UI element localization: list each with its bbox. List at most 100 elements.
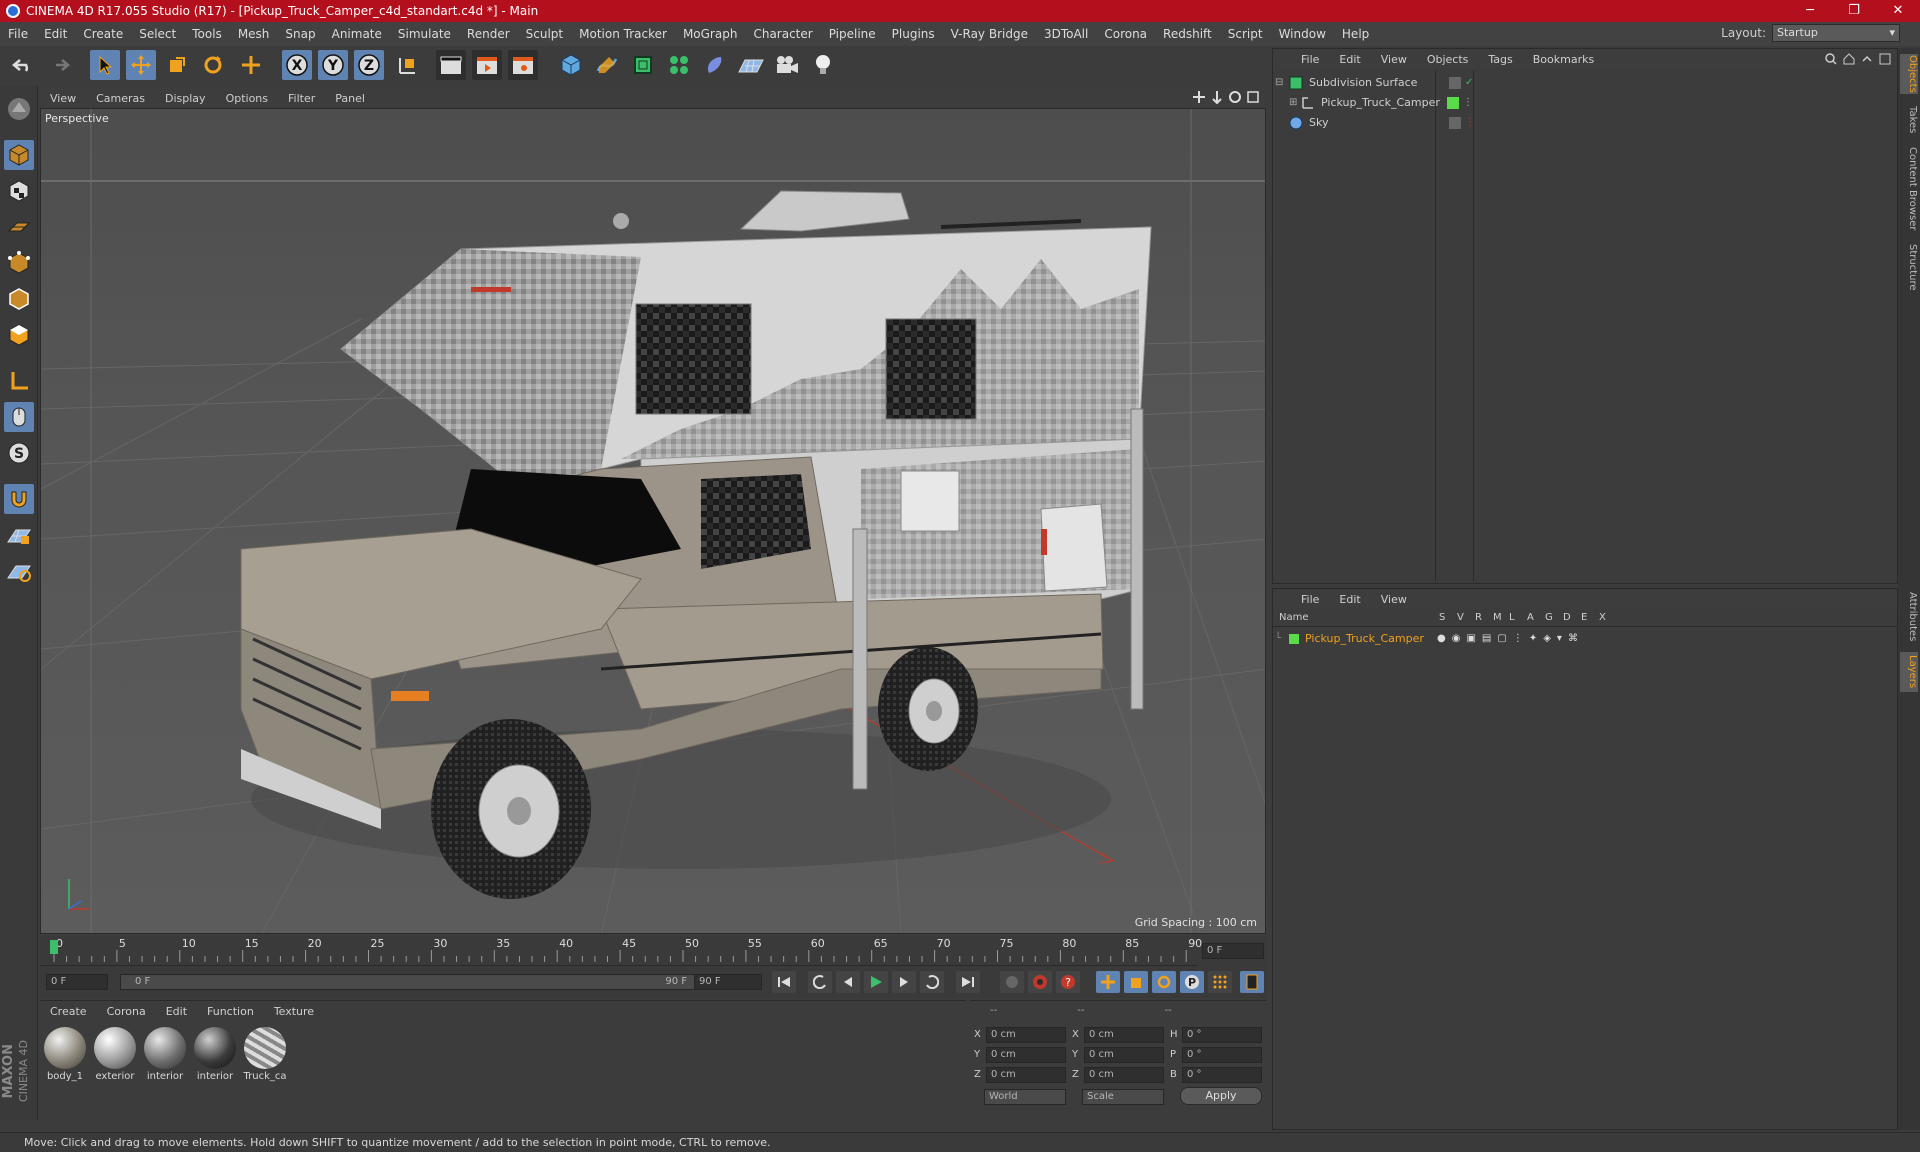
chevron-up-icon[interactable] [1861, 53, 1873, 65]
menu-plugins[interactable]: Plugins [884, 27, 943, 41]
object-menu-view[interactable]: View [1371, 53, 1417, 66]
go-to-end-button[interactable] [956, 971, 980, 993]
previous-frame-button[interactable] [836, 971, 860, 993]
menu-create[interactable]: Create [75, 27, 131, 41]
render-settings-button[interactable] [508, 50, 538, 80]
menu-file[interactable]: File [0, 27, 36, 41]
rotation-h-field[interactable]: 0 ° [1182, 1027, 1262, 1043]
object-menu-objects[interactable]: Objects [1417, 53, 1479, 66]
column-animation[interactable]: A [1527, 612, 1534, 623]
end-frame-field[interactable]: 90 F [694, 974, 762, 990]
animation-icon[interactable]: ⋮ [1513, 633, 1523, 644]
column-render[interactable]: R [1475, 612, 1482, 623]
collapse-toggle[interactable]: ⊟ [1275, 77, 1289, 88]
planar-workplane-button[interactable] [4, 556, 34, 586]
edges-mode-button[interactable] [4, 284, 34, 314]
recent-tool-button[interactable] [236, 50, 266, 80]
viewport-menu-filter[interactable]: Filter [278, 92, 325, 105]
menu-corona[interactable]: Corona [1096, 27, 1155, 41]
viewport-menu-cameras[interactable]: Cameras [86, 92, 155, 105]
column-solo[interactable]: S [1439, 612, 1445, 623]
material-menu-function[interactable]: Function [197, 1005, 264, 1018]
add-environment-button[interactable] [736, 50, 766, 80]
column-deformers[interactable]: D [1563, 612, 1571, 623]
size-x-field[interactable]: 0 cm [1084, 1027, 1164, 1043]
render-view-button[interactable] [436, 50, 466, 80]
menu-snap[interactable]: Snap [277, 27, 323, 41]
move-tool-button[interactable] [126, 50, 156, 80]
key-rotation-button[interactable] [1152, 971, 1176, 993]
add-deformer-button[interactable] [700, 50, 730, 80]
material-swatch[interactable]: interior [192, 1027, 238, 1082]
layer-menu-view[interactable]: View [1371, 593, 1417, 606]
column-manager[interactable]: M [1493, 612, 1502, 623]
object-menu-bookmarks[interactable]: Bookmarks [1523, 53, 1604, 66]
size-z-field[interactable]: 0 cm [1084, 1067, 1164, 1083]
x-axis-lock-button[interactable]: X [282, 50, 312, 80]
texture-mode-button[interactable] [4, 176, 34, 206]
view-eye-icon[interactable]: ◉ [1452, 633, 1461, 644]
rotate-tool-button[interactable] [198, 50, 228, 80]
column-xrefs[interactable]: X [1599, 612, 1606, 623]
key-position-button[interactable] [1096, 971, 1120, 993]
layer-color-swatch[interactable] [1289, 633, 1299, 644]
tab-takes[interactable]: Takes [1900, 104, 1918, 136]
column-locked[interactable]: L [1509, 612, 1515, 623]
xref-icon[interactable]: ⌘ [1568, 633, 1578, 644]
column-view[interactable]: V [1457, 612, 1464, 623]
maximize-button[interactable]: ❐ [1832, 0, 1876, 22]
add-light-button[interactable] [808, 50, 838, 80]
solo-mode-button[interactable]: S [4, 438, 34, 468]
tab-objects[interactable]: Objects [1900, 54, 1918, 94]
position-y-field[interactable]: 0 cm [986, 1047, 1066, 1063]
live-selection-button[interactable] [90, 50, 120, 80]
orbit-icon[interactable] [1228, 90, 1242, 104]
search-icon[interactable] [1825, 53, 1837, 65]
menu-help[interactable]: Help [1334, 27, 1377, 41]
next-frame-button[interactable] [892, 971, 916, 993]
menu-sculpt[interactable]: Sculpt [518, 27, 571, 41]
visibility-dots-icon[interactable]: ⋮ [1463, 97, 1473, 108]
material-swatch[interactable]: Truck_ca [242, 1027, 288, 1082]
key-scale-button[interactable] [1124, 971, 1148, 993]
home-icon[interactable] [1843, 53, 1855, 65]
material-swatch[interactable]: interior [142, 1027, 188, 1082]
generator-icon[interactable]: ✦ [1529, 633, 1537, 644]
play-button[interactable] [864, 971, 888, 993]
window-icon[interactable] [1879, 53, 1891, 65]
playhead[interactable] [50, 940, 58, 954]
viewport-camera-label[interactable]: Perspective [45, 112, 109, 125]
undo-button[interactable] [8, 50, 38, 80]
perspective-viewport[interactable]: Perspective Grid Spacing : 100 cm [40, 108, 1266, 934]
menu-script[interactable]: Script [1220, 27, 1271, 41]
axis-mode-button[interactable] [4, 366, 34, 396]
menu-mesh[interactable]: Mesh [230, 27, 278, 41]
render-icon[interactable]: ▣ [1466, 633, 1475, 644]
y-axis-lock-button[interactable]: Y [318, 50, 348, 80]
position-z-field[interactable]: 0 cm [986, 1067, 1066, 1083]
layer-menu-file[interactable]: File [1291, 593, 1329, 606]
add-cube-button[interactable] [556, 50, 586, 80]
snap-button[interactable] [4, 484, 34, 514]
tab-content-browser[interactable]: Content Browser [1900, 144, 1918, 234]
add-spline-button[interactable] [592, 50, 622, 80]
layer-menu-edit[interactable]: Edit [1329, 593, 1370, 606]
object-row-pickup-truck-camper[interactable]: ⊞ Pickup_Truck_Camper ⋮ [1275, 93, 1895, 112]
menu-select[interactable]: Select [131, 27, 184, 41]
key-pla-button[interactable] [1208, 971, 1232, 993]
world-select[interactable]: World [984, 1089, 1066, 1105]
scale-select[interactable]: Scale [1082, 1089, 1164, 1105]
layer-row-pickup-truck-camper[interactable]: └ Pickup_Truck_Camper ● ◉ ▣ ▤ ▢ ⋮ ✦ ◈ ▾ … [1275, 629, 1895, 648]
tab-layers[interactable]: Layers [1900, 652, 1918, 692]
viewport-menu-options[interactable]: Options [216, 92, 278, 105]
menu-animate[interactable]: Animate [324, 27, 390, 41]
layout-select[interactable]: Startup [1772, 24, 1900, 42]
column-name[interactable]: Name [1279, 612, 1309, 623]
viewport-menu-display[interactable]: Display [155, 92, 216, 105]
expression-icon[interactable]: ▾ [1557, 633, 1562, 644]
menu-character[interactable]: Character [745, 27, 820, 41]
next-key-button[interactable] [920, 971, 944, 993]
workplane-mode-button[interactable] [4, 212, 34, 242]
maximize-view-icon[interactable] [1246, 90, 1260, 104]
add-camera-button[interactable] [772, 50, 802, 80]
